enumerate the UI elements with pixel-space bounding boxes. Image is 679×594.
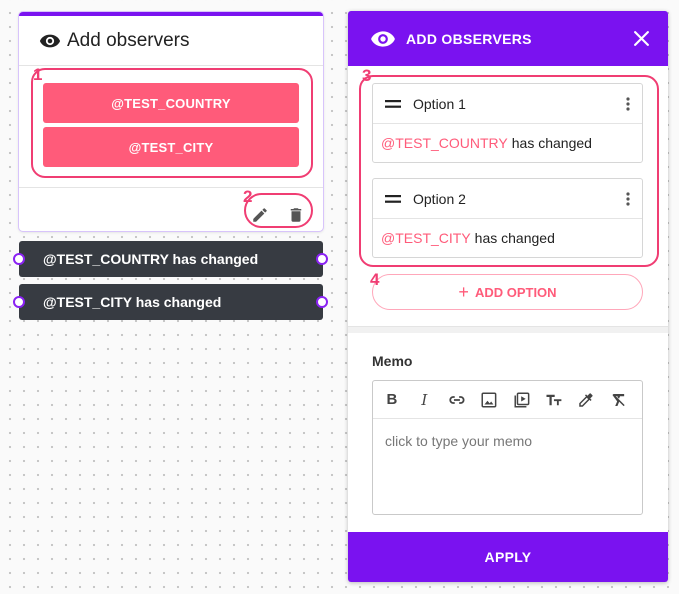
output-port[interactable] [316,296,328,308]
italic-icon[interactable]: I [415,391,433,409]
memo-input[interactable]: click to type your memo [373,419,642,463]
output-country-changed[interactable]: @TEST_COUNTRY has changed [19,241,323,277]
close-icon[interactable] [633,30,650,47]
eye-icon [39,34,61,47]
memo-editor[interactable]: B I click to type your memo [372,380,643,515]
node-header: Add observers [19,16,323,66]
panel-title: ADD OBSERVERS [406,30,532,47]
add-option-label: ADD OPTION [474,284,557,300]
memo-label: Memo [372,353,413,369]
highlight-box-3 [359,75,659,267]
node-divider [19,187,323,188]
output-port[interactable] [316,253,328,265]
clear-format-icon[interactable] [610,391,628,409]
section-divider [348,326,668,333]
input-port[interactable] [13,296,25,308]
annotation-label-4: 4 [370,270,380,289]
memo-toolbar: B I [373,381,642,419]
annotation-label-1: 1 [33,65,43,84]
annotation-label-2: 2 [243,187,253,206]
eye-icon [371,30,395,47]
bold-icon[interactable]: B [383,391,401,409]
highlight-box-2 [244,193,313,228]
color-picker-icon[interactable] [577,391,595,409]
link-icon[interactable] [448,391,466,409]
node-title: Add observers [67,29,190,51]
panel-header: ADD OBSERVERS [348,11,668,66]
highlight-box-1 [31,68,313,178]
output-city-changed[interactable]: @TEST_CITY has changed [19,284,323,320]
plus-icon: + [458,281,469,302]
video-icon[interactable] [513,391,531,409]
apply-button[interactable]: APPLY [348,532,668,582]
annotation-label-3: 3 [362,66,372,85]
text-size-icon[interactable] [545,391,563,409]
image-icon[interactable] [480,391,498,409]
input-port[interactable] [13,253,25,265]
add-option-button[interactable]: + ADD OPTION [372,274,643,310]
